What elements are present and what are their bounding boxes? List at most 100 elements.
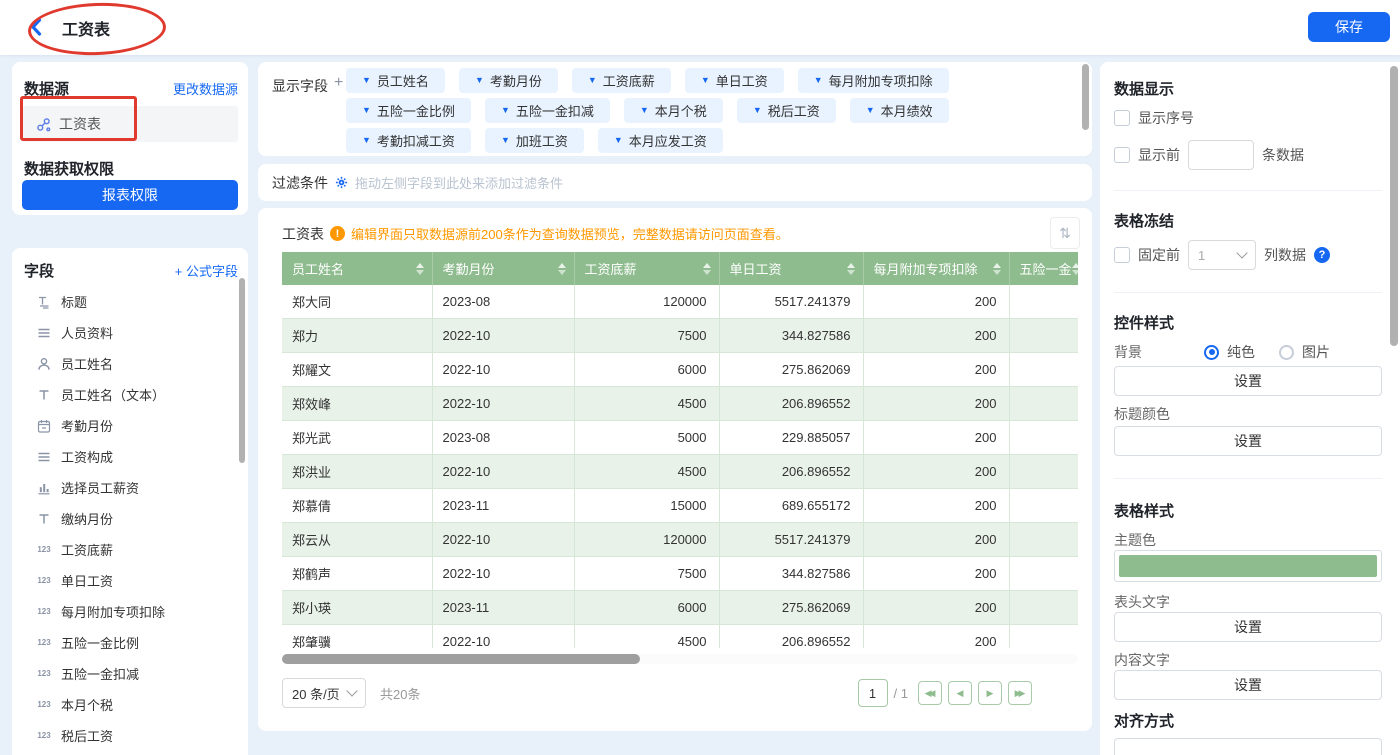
chip-dropdown-icon[interactable]: ▼ xyxy=(362,76,371,85)
field-item[interactable]: 工资构成 xyxy=(12,441,248,472)
table-row[interactable]: 郑鹤声2022-107500344.827586200 xyxy=(282,557,1078,591)
display-field-chip[interactable]: ▼考勤扣减工资 xyxy=(346,128,471,153)
header-text-set-button[interactable]: 设置 xyxy=(1114,612,1382,642)
field-item[interactable]: 员工姓名（文本） xyxy=(12,379,248,410)
chip-dropdown-icon[interactable]: ▼ xyxy=(701,76,710,85)
column-header[interactable]: 工资底薪 xyxy=(574,252,719,285)
image-radio[interactable] xyxy=(1279,345,1294,360)
field-item[interactable]: 标题 xyxy=(12,286,248,317)
display-field-chip[interactable]: ▼考勤月份 xyxy=(459,68,558,93)
column-header[interactable]: 五险一金 xyxy=(1009,252,1078,285)
chip-dropdown-icon[interactable]: ▼ xyxy=(475,76,484,85)
sort-arrows-icon[interactable] xyxy=(703,263,711,275)
field-item[interactable]: 123单日工资 xyxy=(12,565,248,596)
table-row[interactable]: 郑肇骥2022-104500206.896552200 xyxy=(282,625,1078,649)
display-field-chip[interactable]: ▼五险一金比例 xyxy=(346,98,471,123)
field-item[interactable]: 缴纳月份 xyxy=(12,503,248,534)
prev-page-button[interactable]: ◀ xyxy=(948,681,972,705)
align-control-partial[interactable] xyxy=(1114,738,1382,755)
table-row[interactable]: 郑洪业2022-104500206.896552200 xyxy=(282,455,1078,489)
back-button[interactable] xyxy=(30,18,42,36)
column-header[interactable]: 每月附加专项扣除 xyxy=(863,252,1009,285)
freeze-cols-select[interactable]: 1 xyxy=(1188,240,1256,270)
display-field-chip[interactable]: ▼本月应发工资 xyxy=(598,128,723,153)
fields-scrollbar[interactable] xyxy=(239,278,245,463)
title-color-set-button[interactable]: 设置 xyxy=(1114,426,1382,456)
field-item[interactable]: 123五险一金扣减 xyxy=(12,658,248,689)
page-number-input[interactable]: 1 xyxy=(858,679,888,707)
gear-icon[interactable] xyxy=(335,176,348,189)
horizontal-scrollbar-thumb[interactable] xyxy=(282,654,640,664)
table-row[interactable]: 郑慕倩2023-1115000689.655172200 xyxy=(282,489,1078,523)
sort-arrows-icon[interactable] xyxy=(1072,263,1078,275)
table-row[interactable]: 郑效峰2022-104500206.896552200 xyxy=(282,387,1078,421)
field-item[interactable]: 员工姓名 xyxy=(12,348,248,379)
report-permission-button[interactable]: 报表权限 xyxy=(22,180,238,210)
solid-color-radio[interactable] xyxy=(1204,345,1219,360)
chip-dropdown-icon[interactable]: ▼ xyxy=(362,106,371,115)
freeze-checkbox[interactable] xyxy=(1114,247,1130,263)
field-item[interactable]: 人员资料 xyxy=(12,317,248,348)
field-item[interactable]: 考勤月份 xyxy=(12,410,248,441)
column-header[interactable]: 考勤月份 xyxy=(432,252,574,285)
sort-arrows-icon[interactable] xyxy=(993,263,1001,275)
theme-color-picker[interactable] xyxy=(1114,550,1382,582)
display-field-chip[interactable]: ▼单日工资 xyxy=(685,68,784,93)
table-row[interactable]: 郑力2022-107500344.827586200 xyxy=(282,319,1078,353)
field-item[interactable]: 123五险一金比例 xyxy=(12,627,248,658)
field-item[interactable]: 123税后工资 xyxy=(12,720,248,751)
field-item[interactable]: 选择员工薪资 xyxy=(12,472,248,503)
field-item[interactable]: 123本月个税 xyxy=(12,689,248,720)
last-page-button[interactable]: ▶▶ xyxy=(1008,681,1032,705)
table-row[interactable]: 郑云从2022-101200005517.241379200 xyxy=(282,523,1078,557)
column-header[interactable]: 单日工资 xyxy=(719,252,863,285)
chips-scrollbar[interactable] xyxy=(1082,64,1089,130)
help-icon[interactable]: ? xyxy=(1314,247,1330,263)
horizontal-scrollbar-track[interactable] xyxy=(282,654,1078,664)
settings-scrollbar[interactable] xyxy=(1390,66,1398,346)
table-row[interactable]: 郑小瑛2023-116000275.862069200 xyxy=(282,591,1078,625)
chip-dropdown-icon[interactable]: ▼ xyxy=(362,136,371,145)
table-cell: 郑洪业 xyxy=(282,455,432,489)
table-row[interactable]: 郑光武2023-085000229.885057200 xyxy=(282,421,1078,455)
table-row[interactable]: 郑大同2023-081200005517.241379200 xyxy=(282,285,1078,319)
display-field-chip[interactable]: ▼工资底薪 xyxy=(572,68,671,93)
chip-dropdown-icon[interactable]: ▼ xyxy=(614,136,623,145)
change-datasource-link[interactable]: 更改数据源 xyxy=(173,79,238,98)
sort-arrows-icon[interactable] xyxy=(847,263,855,275)
column-header[interactable]: 员工姓名 xyxy=(282,252,432,285)
chip-dropdown-icon[interactable]: ▼ xyxy=(501,106,510,115)
show-first-checkbox[interactable] xyxy=(1114,147,1130,163)
display-field-chip[interactable]: ▼员工姓名 xyxy=(346,68,445,93)
display-field-chip[interactable]: ▼本月绩效 xyxy=(850,98,949,123)
field-item[interactable]: 123工资底薪 xyxy=(12,534,248,565)
field-item[interactable]: 123每月附加专项扣除 xyxy=(12,596,248,627)
sort-arrows-icon[interactable] xyxy=(558,263,566,275)
filter-card[interactable]: 过滤条件 拖动左侧字段到此处来添加过滤条件 xyxy=(258,164,1092,201)
show-first-count-input[interactable] xyxy=(1188,140,1254,170)
add-display-field-button[interactable]: + xyxy=(334,74,343,92)
display-field-chip[interactable]: ▼加班工资 xyxy=(485,128,584,153)
add-formula-field-link[interactable]: + 公式字段 xyxy=(175,261,238,280)
chip-dropdown-icon[interactable]: ▼ xyxy=(753,106,762,115)
datasource-item[interactable]: 工资表 xyxy=(22,106,238,142)
save-button[interactable]: 保存 xyxy=(1308,12,1390,42)
display-field-chip[interactable]: ▼五险一金扣减 xyxy=(485,98,610,123)
next-page-button[interactable]: ▶ xyxy=(978,681,1002,705)
chip-dropdown-icon[interactable]: ▼ xyxy=(501,136,510,145)
chip-dropdown-icon[interactable]: ▼ xyxy=(814,76,823,85)
chip-dropdown-icon[interactable]: ▼ xyxy=(640,106,649,115)
content-text-set-button[interactable]: 设置 xyxy=(1114,670,1382,700)
chip-dropdown-icon[interactable]: ▼ xyxy=(866,106,875,115)
display-field-chip[interactable]: ▼每月附加专项扣除 xyxy=(798,68,949,93)
background-set-button[interactable]: 设置 xyxy=(1114,366,1382,396)
first-page-button[interactable]: ◀◀ xyxy=(918,681,942,705)
chip-dropdown-icon[interactable]: ▼ xyxy=(588,76,597,85)
display-field-chip[interactable]: ▼税后工资 xyxy=(737,98,836,123)
sort-order-button[interactable]: ⇅ xyxy=(1050,217,1080,249)
table-row[interactable]: 郑耀文2022-106000275.862069200 xyxy=(282,353,1078,387)
page-size-select[interactable]: 20 条/页 xyxy=(282,678,366,708)
show-index-checkbox[interactable] xyxy=(1114,110,1130,126)
display-field-chip[interactable]: ▼本月个税 xyxy=(624,98,723,123)
sort-arrows-icon[interactable] xyxy=(416,263,424,275)
